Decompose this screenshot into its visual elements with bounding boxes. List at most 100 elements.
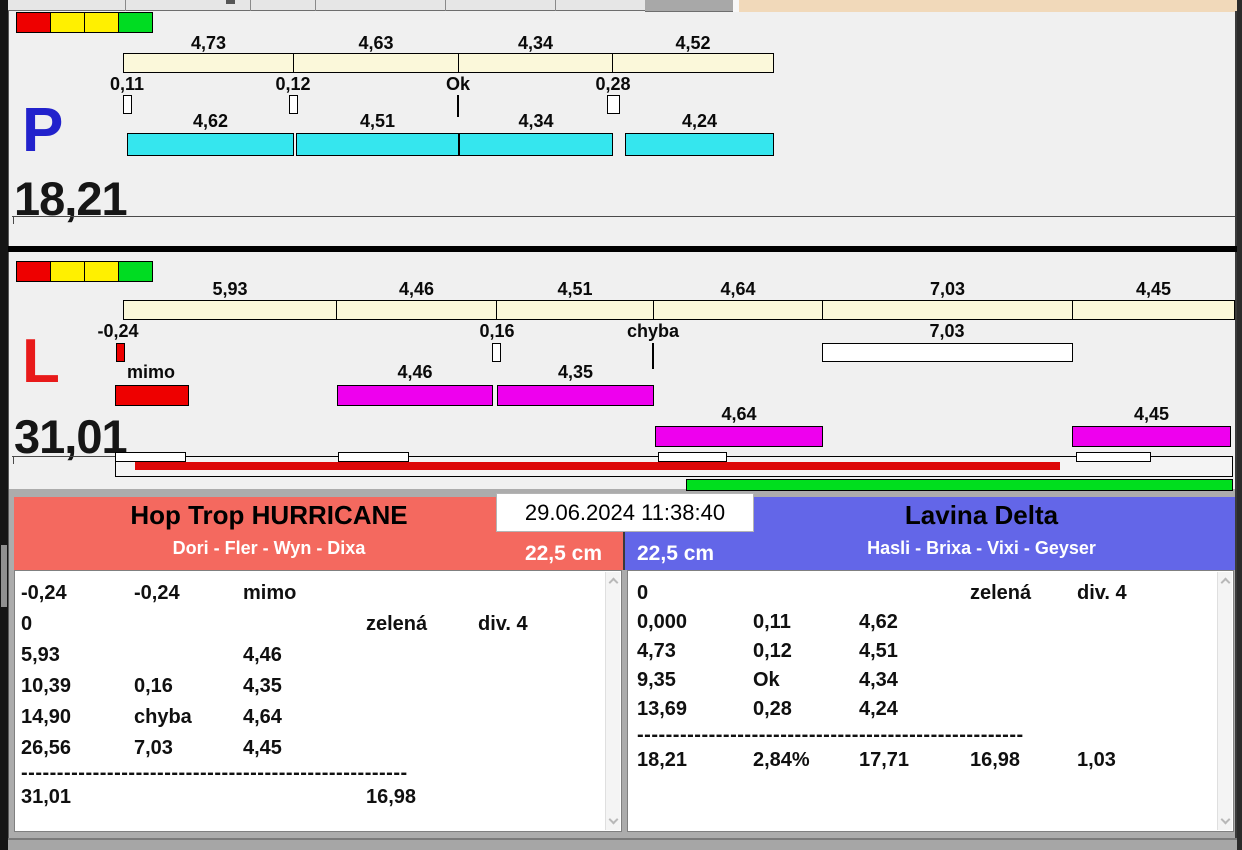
l-split-time-label: 5,93	[212, 279, 248, 299]
team-right-result-row: 0,000 0,11 4,62	[628, 611, 1188, 635]
p-exchange-tick	[457, 95, 459, 117]
main-window-right-border	[1235, 11, 1237, 838]
team-right-scrollbar[interactable]	[1217, 572, 1232, 830]
l-exchange-time-label: chyba	[626, 321, 680, 341]
team-left-result-cell: 0,16	[134, 675, 173, 697]
team-left-result-cell: 26,56	[21, 737, 72, 759]
scroll-down-arrow-icon[interactable]	[608, 814, 619, 825]
team-left-result-row: 0 zelená div. 4	[15, 613, 575, 637]
team-left-result-cell: -0,24	[134, 582, 180, 604]
lane-p-label: P	[22, 96, 64, 165]
team-left-result-total-row: 31,01 16,98	[15, 786, 575, 810]
team-right-result-row: 13,69 0,28 4,24	[628, 698, 1188, 722]
p-run-bar	[296, 133, 459, 156]
p-run-bar	[127, 133, 294, 156]
team-left-results-list[interactable]: -0,24 -0,24 mimo 0 zelená div. 4 5,93 4,46 10,39…	[14, 570, 622, 832]
timing-app-window: P 18,21 L 31,01 Hop Trop HURRICANE Dori …	[0, 0, 1242, 850]
l-baseline-tick	[13, 457, 14, 464]
p-split-time-label: 4,73	[190, 33, 227, 53]
taskbar-segment-divider	[555, 0, 556, 11]
progress-bar-red	[135, 462, 1060, 470]
scroll-down-arrow-icon[interactable]	[1220, 814, 1231, 825]
team-left-name: Hop Trop HURRICANE	[130, 500, 408, 530]
p-split-bar-segment	[612, 53, 774, 73]
track-marker-box	[658, 452, 727, 462]
l-split-time-label: 7,03	[929, 279, 966, 299]
team-right-result-cell: 13,69	[637, 698, 688, 720]
team-right-result-cell: 0	[637, 582, 649, 604]
team-left-result-cell: 7,03	[134, 737, 173, 759]
scroll-up-arrow-icon[interactable]	[1220, 577, 1231, 588]
p-exchange-tick	[607, 95, 620, 114]
l-exchange-time-label: -0,24	[97, 321, 139, 341]
team-left-result-row: 5,93 4,46	[15, 644, 575, 668]
l-run-time-label: 4,35	[557, 362, 594, 382]
team-right-result-separator-line: ----------------------------------------…	[637, 724, 1024, 746]
background-taskbar-dark-segment	[645, 0, 733, 12]
taskbar-segment-divider	[445, 0, 446, 11]
team-right-result-total-cell: 1,03	[1077, 749, 1116, 771]
p-run-bar	[625, 133, 774, 156]
p-run-time-label: 4,62	[192, 111, 229, 131]
team-right-result-total-cell: 16,98	[970, 749, 1021, 771]
p-run-bar	[459, 133, 613, 156]
team-left-result-cell: -0,24	[21, 582, 67, 604]
l-split-bar-segment	[822, 300, 1073, 320]
team-right-result-cell: zelená	[970, 582, 1032, 604]
team-right-result-cell: 4,62	[859, 611, 898, 633]
taskbar-mark	[226, 0, 235, 4]
team-left-result-cell: 4,45	[243, 737, 282, 759]
l-run-time-label: 4,64	[721, 404, 757, 424]
team-right-result-cell: 4,24	[859, 698, 898, 720]
team-left-result-cell: 14,90	[21, 706, 72, 728]
team-left-result-row: -0,24 -0,24 mimo	[15, 582, 575, 606]
team-left-result-cell: mimo	[243, 582, 297, 604]
team-right-jump-height: 22,5 cm	[637, 542, 715, 565]
p-exchange-tick	[123, 95, 132, 114]
lane-l-traffic-light-red	[16, 261, 51, 282]
team-right-result-cell: 4,51	[859, 640, 898, 662]
team-right-result-cell: div. 4	[1077, 582, 1127, 604]
l-run-time-label: 4,45	[1133, 404, 1170, 424]
lane-l-traffic-light-yellow-1	[50, 261, 85, 282]
progress-bar-green	[686, 479, 1233, 491]
taskbar-segment-divider	[125, 0, 126, 11]
l-exchange-tick	[492, 343, 501, 362]
lane-p-traffic-light-green	[118, 12, 153, 33]
team-left-result-total-cell: 16,98	[366, 786, 417, 808]
team-left-result-cell: 10,39	[21, 675, 72, 697]
team-right-result-cell: Ok	[753, 669, 780, 691]
background-taskbar-strip	[8, 0, 645, 11]
p-split-bar-segment	[123, 53, 294, 73]
p-split-bar-segment	[293, 53, 459, 73]
l-exchange-time-label: 7,03	[929, 321, 965, 341]
l-exchange-tick	[652, 343, 654, 369]
team-left-result-separator-line: ----------------------------------------…	[21, 762, 408, 784]
lane-p-total-time: 18,21	[14, 172, 128, 225]
l-exchange-bar-long	[822, 343, 1073, 362]
team-left-result-cell: 0	[21, 613, 33, 635]
lane-divider	[8, 246, 1237, 252]
team-right-result-cell: 0,28	[753, 698, 792, 720]
l-exchange-tick-fault	[116, 343, 125, 362]
l-split-time-label: 4,45	[1135, 279, 1172, 299]
lane-p-traffic-light-red	[16, 12, 51, 33]
p-split-time-label: 4,63	[358, 33, 394, 53]
p-split-time-label: 4,34	[517, 33, 554, 53]
l-split-bar-segment	[123, 300, 337, 320]
team-left-result-cell: 4,64	[243, 706, 282, 728]
p-split-bar-segment	[458, 53, 613, 73]
lane-l-total-time: 31,01	[14, 410, 128, 463]
left-screen-edge	[0, 0, 8, 850]
team-left-scrollbar[interactable]	[605, 572, 620, 830]
bottom-status-strip	[8, 838, 1237, 850]
team-left-result-cell: zelená	[366, 613, 428, 635]
team-right-result-total-cell: 2,84%	[753, 749, 810, 771]
team-right-results-list[interactable]: 0 zelená div. 4 0,000 0,11 4,62 4,73 0,12 4,51 9,…	[627, 570, 1234, 832]
scroll-up-arrow-icon[interactable]	[608, 577, 619, 588]
team-right-result-cell: 4,34	[859, 669, 898, 691]
datetime-display: 29.06.2024 11:38:40	[496, 493, 754, 532]
p-exchange-time-label: 0,28	[595, 74, 631, 94]
l-split-bar-segment	[1072, 300, 1235, 320]
l-split-bar-segment	[496, 300, 654, 320]
